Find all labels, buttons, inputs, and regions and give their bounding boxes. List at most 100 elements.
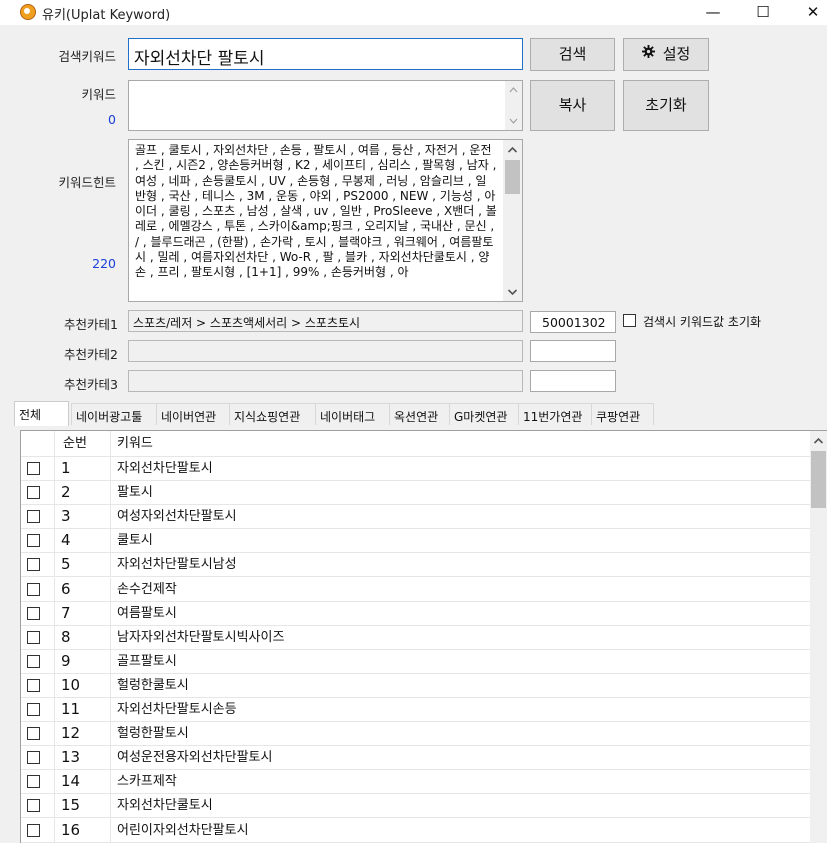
table-row[interactable]: 2 팔토시 [21,481,811,506]
row-checkbox[interactable] [27,486,40,500]
category1-field: 스포츠/레저 > 스포츠액세서리 > 스포츠토시 [128,310,523,332]
header-num[interactable]: 순번 [55,431,111,457]
row-number: 11 [55,698,111,722]
row-check-cell [21,481,55,506]
row-number: 6 [55,577,111,602]
keyword-hint-textarea[interactable]: 골프 , 쿨토시 , 자외선차단 , 손등 , 팔토시 , 여름 , 등산 , … [128,139,523,302]
row-checkbox[interactable] [27,462,40,475]
tab-11st-related[interactable]: 11번가연관 [518,403,598,425]
table-row[interactable]: 16 어린이자외선차단팔토시 [21,818,811,843]
row-number: 2 [55,481,111,506]
row-check-cell [21,770,55,795]
row-check-cell [21,698,55,722]
close-button[interactable]: ✕ [790,0,827,25]
table-row[interactable]: 11 자외선차단팔토시손등 [21,698,811,722]
table-row[interactable]: 10 헐렁한쿨토시 [21,673,811,698]
search-keyword-label: 검색키워드 [58,49,116,64]
reset-on-search-checkbox[interactable] [623,314,636,327]
category2-field [128,340,523,362]
row-check-cell [21,553,55,578]
row-number: 13 [55,746,111,771]
settings-button[interactable]: 설정 [623,38,709,71]
row-check-cell [21,673,55,698]
table-row[interactable]: 12 헐렁한팔토시 [21,722,811,747]
category1-code-field[interactable]: 50001302 [530,311,616,333]
row-check-cell [21,746,55,771]
keyword-grid: 순번 키워드 1 자외선차단팔토시 2 팔토시 3 여성자외선차단팔토시 4 쿨토시 5 자외선차… [20,430,827,843]
keyword-count: 0 [108,112,116,127]
row-keyword: 남자자외선차단팔토시빅사이즈 [111,625,811,650]
tab-naver-related[interactable]: 네이버연관 [156,403,236,425]
row-checkbox[interactable] [27,678,40,692]
category3-field [128,370,523,392]
row-keyword: 팔토시 [111,481,811,506]
table-row[interactable]: 13 여성운전용자외선차단팔토시 [21,746,811,771]
search-keyword-input[interactable]: 자외선차단 팔토시 [128,38,523,70]
table-row[interactable]: 8 남자자외선차단팔토시빅사이즈 [21,625,811,650]
row-checkbox[interactable] [27,582,40,596]
keyword-scrollbar[interactable] [505,81,522,130]
keyword-textarea[interactable] [128,80,523,131]
maximize-button[interactable]: ☐ [740,0,786,25]
keyword-hint-scrollbar[interactable] [503,140,522,301]
row-check-cell [21,577,55,602]
tab-naver-ad-tool[interactable]: 네이버광고툴 [71,403,163,425]
row-checkbox[interactable] [27,630,40,644]
header-keyword[interactable]: 키워드 [111,431,811,457]
tab-coupang-related[interactable]: 쿠팡연관 [591,403,654,425]
row-checkbox[interactable] [27,606,40,620]
row-check-cell [21,625,55,650]
header-check-cell [21,431,55,457]
row-checkbox[interactable] [27,799,40,813]
row-keyword: 헐렁한팔토시 [111,722,811,747]
table-row[interactable]: 5 자외선차단팔토시남성 [21,553,811,578]
table-row[interactable]: 6 손수건제작 [21,577,811,602]
search-button[interactable]: 검색 [530,38,615,71]
row-keyword: 여성자외선차단팔토시 [111,505,811,530]
row-checkbox[interactable] [27,558,40,572]
table-row[interactable]: 3 여성자외선차단팔토시 [21,505,811,530]
row-checkbox[interactable] [27,703,40,716]
category2-code-field[interactable] [530,340,616,362]
row-checkbox[interactable] [27,775,40,789]
row-check-cell [21,505,55,530]
row-checkbox[interactable] [27,534,40,548]
search-keyword-value: 자외선차단 팔토시 [134,49,265,69]
row-keyword: 자외선차단팔토시 [111,457,811,481]
row-number: 10 [55,673,111,698]
row-checkbox[interactable] [27,727,40,741]
app-logo-icon [20,4,36,20]
tab-all[interactable]: 전체 [14,401,69,426]
row-number: 1 [55,457,111,481]
table-row[interactable]: 15 자외선차단쿨토시 [21,794,811,819]
row-keyword: 여성운전용자외선차단팔토시 [111,746,811,771]
row-keyword: 헐렁한쿨토시 [111,673,811,698]
category3-label: 추천카테3 [64,377,118,392]
window-title: 유키(Uplat Keyword) [42,8,171,23]
keyword-hint-label: 키워드힌트 [58,175,116,190]
row-number: 15 [55,794,111,819]
table-row[interactable]: 9 골프팔토시 [21,649,811,674]
table-row[interactable]: 4 쿨토시 [21,529,811,554]
result-tabs: 전체 네이버광고툴 네이버연관 지식쇼핑연관 네이버태그 옥션연관 G마켓연관 … [14,401,827,426]
row-checkbox[interactable] [27,751,40,765]
table-row[interactable]: 7 여름팔토시 [21,601,811,626]
reset-button[interactable]: 초기화 [623,80,709,131]
row-keyword: 손수건제작 [111,577,811,602]
table-row[interactable]: 1 자외선차단팔토시 [21,457,811,481]
table-row[interactable]: 14 스카프제작 [21,770,811,795]
grid-scrollbar[interactable] [810,431,827,843]
tab-naver-tag[interactable]: 네이버태그 [315,403,395,425]
row-number: 16 [55,818,111,843]
row-checkbox[interactable] [27,654,40,668]
tab-shopping-related[interactable]: 지식쇼핑연관 [229,403,322,425]
tab-auction-related[interactable]: 옥션연관 [389,403,456,425]
row-checkbox[interactable] [27,510,40,524]
row-checkbox[interactable] [27,823,40,837]
tab-gmarket-related[interactable]: G마켓연관 [449,403,525,425]
copy-button[interactable]: 복사 [530,80,615,131]
category3-code-field[interactable] [530,370,616,392]
minimize-button[interactable]: — [690,0,736,25]
category2-label: 추천카테2 [64,347,118,362]
category1-value: 스포츠/레저 > 스포츠액세서리 > 스포츠토시 [133,316,361,330]
